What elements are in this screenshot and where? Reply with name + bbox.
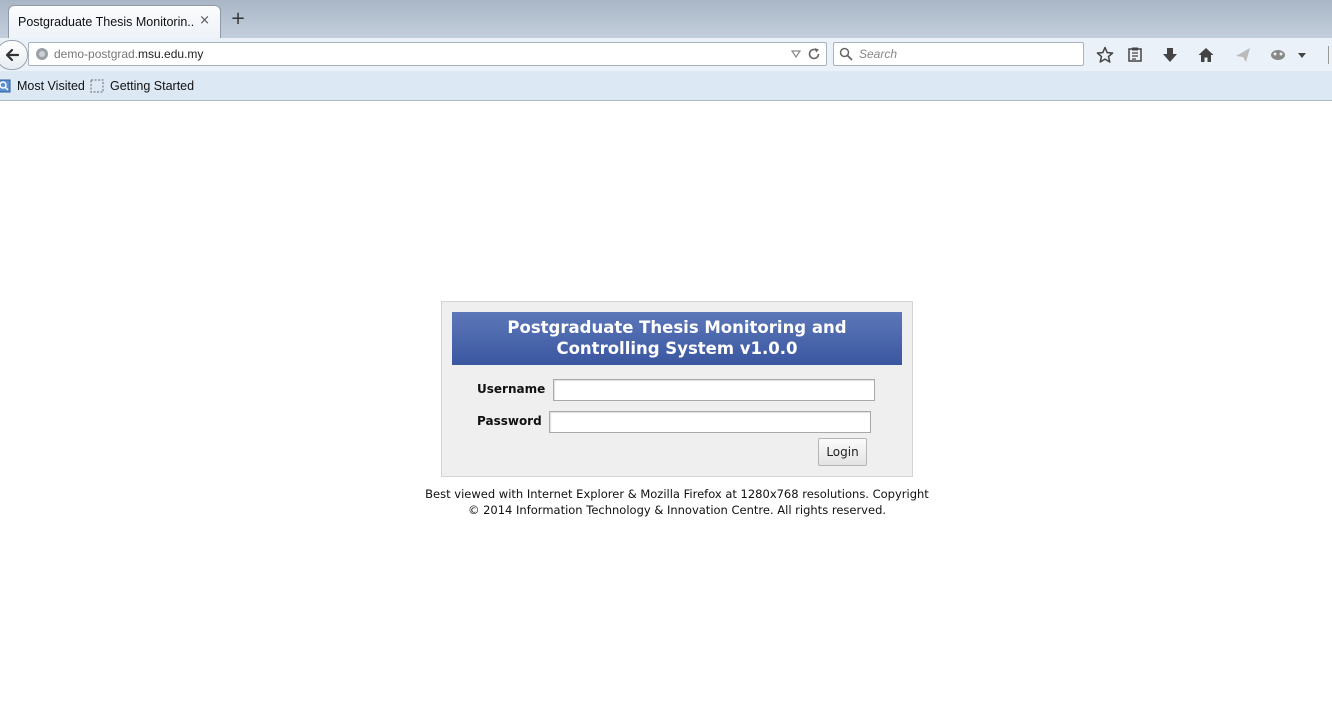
- bookmark-most-visited[interactable]: Most Visited: [0, 79, 85, 93]
- search-icon: [839, 47, 853, 61]
- username-input[interactable]: [553, 379, 875, 401]
- tab-close-icon[interactable]: ×: [199, 13, 210, 28]
- username-label: Username: [477, 382, 546, 396]
- extension-icon[interactable]: [1267, 44, 1289, 66]
- login-panel: Postgraduate Thesis Monitoring and Contr…: [441, 301, 913, 477]
- back-button[interactable]: [0, 40, 28, 70]
- password-input[interactable]: [549, 411, 871, 433]
- browser-tab[interactable]: Postgraduate Thesis Monitorin... ×: [8, 5, 221, 38]
- bookmark-label: Most Visited: [17, 79, 85, 93]
- footer-line1: Best viewed with Internet Explorer & Moz…: [425, 487, 929, 501]
- bookmark-star-icon[interactable]: [1094, 44, 1116, 66]
- globe-icon: [36, 48, 48, 60]
- toolbar-divider: [1328, 46, 1330, 64]
- login-title-line2: Controlling System v1.0.0: [556, 339, 798, 358]
- browser-titlebar: Postgraduate Thesis Monitorin... × +: [0, 0, 1332, 38]
- new-tab-icon[interactable]: +: [229, 9, 247, 29]
- page-icon: [90, 79, 104, 93]
- login-title: Postgraduate Thesis Monitoring and Contr…: [452, 312, 902, 365]
- search-placeholder: Search: [859, 47, 898, 61]
- reading-list-icon[interactable]: [1124, 44, 1146, 66]
- url-text: demo-postgrad.msu.edu.my: [54, 47, 204, 61]
- url-bar[interactable]: demo-postgrad.msu.edu.my: [28, 42, 827, 66]
- home-icon[interactable]: [1195, 44, 1217, 66]
- download-icon[interactable]: [1159, 44, 1181, 66]
- share-icon[interactable]: [1232, 44, 1254, 66]
- reload-icon[interactable]: [807, 47, 821, 61]
- search-bar[interactable]: Search: [833, 42, 1084, 66]
- bookmark-label: Getting Started: [110, 79, 195, 93]
- back-arrow-icon: [5, 48, 20, 62]
- password-label: Password: [477, 414, 542, 428]
- tab-title: Postgraduate Thesis Monitorin...: [18, 15, 193, 29]
- login-button[interactable]: Login: [818, 438, 867, 466]
- footer-notice: Best viewed with Internet Explorer & Moz…: [416, 487, 938, 518]
- browser-navbar: demo-postgrad.msu.edu.my Search: [0, 38, 1332, 71]
- footer-line2: © 2014 Information Technology & Innovati…: [467, 502, 887, 517]
- bookmarks-toolbar: Most Visited Getting Started: [0, 71, 1332, 101]
- login-title-line1: Postgraduate Thesis Monitoring and: [507, 318, 847, 337]
- menu-dropdown-icon[interactable]: [1293, 44, 1311, 66]
- most-visited-icon: [0, 79, 11, 93]
- dropdown-arrow-icon[interactable]: [790, 48, 802, 60]
- bookmark-getting-started[interactable]: Getting Started: [90, 79, 194, 93]
